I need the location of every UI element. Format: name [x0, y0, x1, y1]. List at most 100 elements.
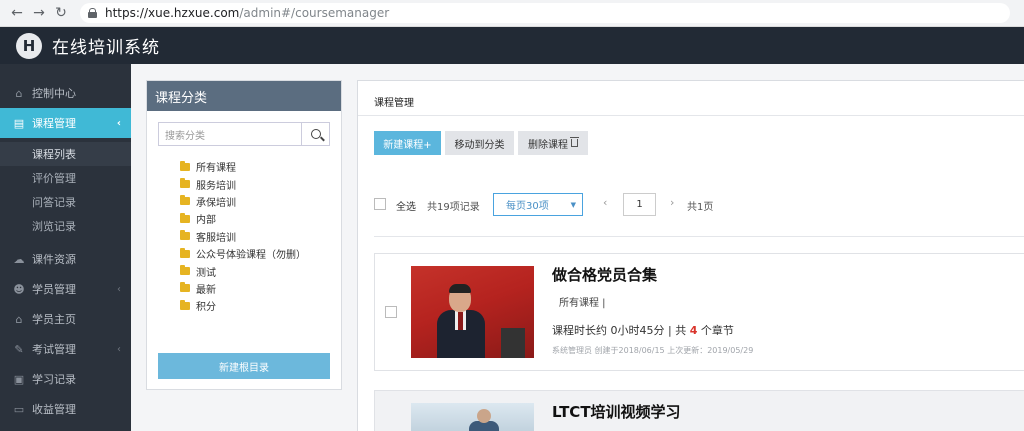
url-host: https://xue.hzxue.com [105, 6, 240, 20]
category-search-button[interactable] [301, 122, 330, 146]
sidebar-subitem-qa[interactable]: 问答记录 [0, 190, 131, 214]
trash-icon [570, 137, 579, 147]
edit-icon: ✎ [14, 342, 24, 356]
chevron-left-icon: ‹ [116, 117, 121, 129]
sidebar-item-dashboard[interactable]: ⌂ 控制中心 [0, 78, 131, 108]
new-root-category-button[interactable]: 新建根目录 [158, 353, 330, 379]
per-page-value: 每页30项 [506, 201, 549, 212]
chevron-left-icon: ‹ [117, 283, 121, 295]
course-card[interactable]: 做合格党员合集 所有课程 | 课程时长约 0小时45分 | 共 4 个章节 系统… [374, 253, 1024, 371]
caret-down-icon: ▼ [570, 200, 576, 209]
sidebar-item-course-management[interactable]: ▤ 课程管理 ‹ [0, 108, 131, 138]
divider [374, 236, 1024, 237]
sidebar-item-label: 控制中心 [32, 87, 76, 100]
sidebar-item-label: 考试管理 [32, 343, 76, 356]
app-header: H 在线培训系统 [0, 27, 1024, 64]
select-all-label[interactable]: 全选 [396, 198, 416, 213]
delete-course-button[interactable]: 删除课程 [518, 131, 588, 155]
course-title[interactable]: LTCT培训视频学习 [552, 401, 681, 422]
cloud-icon: ☁ [13, 252, 25, 266]
home-icon: ⌂ [15, 86, 23, 100]
sidebar-item-exams[interactable]: ✎ 考试管理 ‹ [0, 334, 131, 364]
per-page-select[interactable]: 每页30项 ▼ [493, 193, 583, 216]
course-title[interactable]: 做合格党员合集 [552, 264, 657, 285]
folder-icon [180, 230, 190, 241]
tree-item-all-courses[interactable]: 所有课程 [180, 158, 306, 175]
total-records: 共19项记录 [427, 202, 480, 213]
course-panel-title: 课程管理 [374, 98, 414, 109]
tree-item-label: 最新 [196, 284, 216, 296]
next-page-button[interactable]: › [670, 196, 674, 209]
forward-arrow-icon[interactable]: → [28, 2, 50, 24]
sidebar: ⌂ 控制中心 ▤ 课程管理 ‹ 课程列表 评价管理 问答记录 浏览记录 ☁ 课件… [0, 64, 131, 431]
new-course-button[interactable]: 新建课程+ [374, 131, 441, 155]
category-panel: 课程分类 搜索分类 所有课程 服务培训 承保培训 内部 客服培训 公众号体验课程… [146, 80, 342, 390]
url-path: /admin#/coursemanager [239, 6, 390, 20]
move-to-category-button[interactable]: 移动到分类 [445, 131, 514, 155]
tree-item-label: 承保培训 [196, 197, 236, 209]
sidebar-subitem-browse-history[interactable]: 浏览记录 [0, 214, 131, 238]
tree-item-label: 内部 [196, 215, 216, 227]
folder-icon [180, 247, 190, 258]
total-pages: 共1页 [687, 202, 714, 213]
folder-icon [180, 299, 190, 310]
tree-item-label: 公众号体验课程（勿删） [196, 250, 306, 262]
select-all-checkbox[interactable] [374, 198, 386, 210]
tree-item[interactable]: 积分 [180, 297, 306, 314]
folder-icon [180, 265, 190, 276]
sidebar-subitem-course-list[interactable]: 课程列表 [0, 142, 131, 166]
tree-item-label: 客服培训 [196, 232, 236, 244]
divider [358, 115, 1024, 116]
tree-item[interactable]: 承保培训 [180, 193, 306, 210]
tree-item[interactable]: 最新 [180, 280, 306, 297]
course-panel: 课程管理 新建课程+ 移动到分类 删除课程 全选 共19项记录 每页30项 ▼ … [357, 80, 1024, 431]
record-icon: ▣ [13, 372, 25, 386]
category-search: 搜索分类 [158, 122, 330, 146]
course-checkbox[interactable] [385, 306, 397, 318]
speaker-figure [437, 284, 485, 358]
tree-item[interactable]: 服务培训 [180, 175, 306, 192]
reload-icon[interactable]: ↻ [50, 2, 72, 24]
tree-item-label: 测试 [196, 267, 216, 279]
tree-item[interactable]: 公众号体验课程（勿删） [180, 245, 306, 262]
book-icon: ▤ [13, 116, 25, 130]
sidebar-subitem-reviews[interactable]: 评价管理 [0, 166, 131, 190]
course-card[interactable]: LTCT培训视频学习 [374, 390, 1024, 431]
sidebar-item-revenue[interactable]: ▭ 收益管理 [0, 394, 131, 424]
folder-icon [180, 195, 190, 206]
prev-page-button[interactable]: ‹ [603, 196, 607, 209]
tree-item-label: 所有课程 [196, 163, 236, 175]
category-search-input[interactable]: 搜索分类 [158, 122, 301, 146]
tree-item-label: 积分 [196, 302, 216, 314]
users-icon: ☻ [13, 282, 25, 296]
sidebar-item-student-home[interactable]: ⌂ 学员主页 [0, 304, 131, 334]
folder-icon [180, 212, 190, 223]
back-arrow-icon[interactable]: ← [6, 2, 28, 24]
lock-icon [88, 8, 97, 18]
course-thumbnail[interactable] [411, 266, 534, 358]
sidebar-item-students[interactable]: ☻ 学员管理 ‹ [0, 274, 131, 304]
chevron-left-icon: ‹ [117, 343, 121, 355]
search-icon [310, 129, 321, 139]
folder-icon [180, 160, 190, 171]
course-meta: 系统管理员 创建于2018/06/15 上次更新：2019/05/29 [552, 346, 754, 355]
tree-item[interactable]: 内部 [180, 210, 306, 227]
tree-item[interactable]: 测试 [180, 262, 306, 279]
course-duration: 课程时长约 0小时45分 | 共 4 个章节 [552, 322, 734, 338]
graduation-cap-icon: ⌂ [15, 312, 23, 326]
card-icon: ▭ [13, 402, 25, 416]
page-number-input[interactable]: 1 [623, 193, 656, 216]
sidebar-item-label: 学员主页 [32, 313, 76, 326]
course-thumbnail[interactable] [411, 403, 534, 431]
sidebar-item-label: 收益管理 [32, 403, 76, 416]
sidebar-submenu: 课程列表 评价管理 问答记录 浏览记录 [0, 138, 131, 244]
sidebar-item-label: 学员管理 [32, 283, 76, 296]
course-category: 所有课程 | [559, 298, 606, 309]
address-bar[interactable]: https://xue.hzxue.com/admin#/coursemanag… [80, 3, 1010, 23]
sidebar-item-learning-records[interactable]: ▣ 学习记录 [0, 364, 131, 394]
app-title: 在线培训系统 [52, 38, 160, 58]
sidebar-item-label: 学习记录 [32, 373, 76, 386]
tree-item[interactable]: 客服培训 [180, 228, 306, 245]
sidebar-item-courseware[interactable]: ☁ 课件资源 [0, 244, 131, 274]
logo-icon[interactable]: H [16, 32, 42, 59]
